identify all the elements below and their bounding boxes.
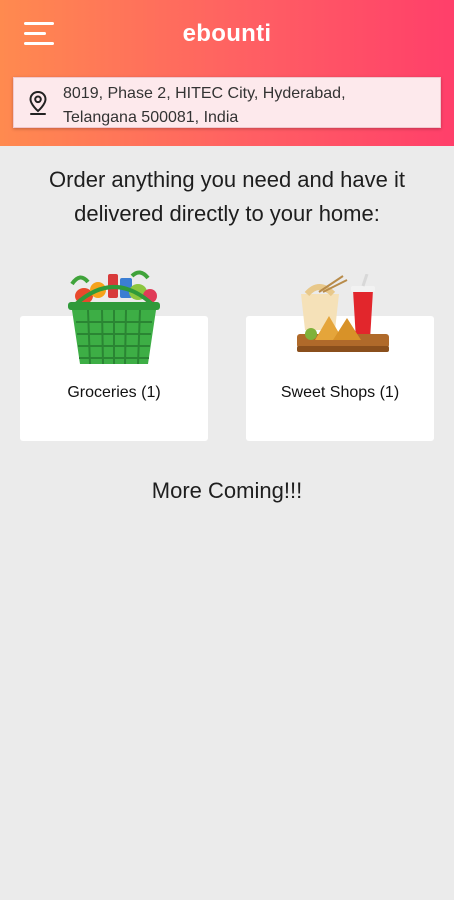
app-title: ebounti — [182, 20, 272, 47]
location-pin-icon — [29, 90, 47, 115]
category-label-sweet-shops: Sweet Shops (1) — [280, 384, 400, 401]
address-line-2: Telangana 500081, India — [63, 109, 239, 126]
address-line-1: 8019, Phase 2, HITEC City, Hyderabad, — [63, 85, 346, 102]
headline-line-2: delivered directly to your home: — [74, 201, 380, 226]
app-header: ebounti 8019, Phase 2, HITEC City, Hyder… — [0, 0, 454, 146]
sweets-snacks-icon — [297, 274, 389, 352]
delivery-address-bar[interactable]: 8019, Phase 2, HITEC City, Hyderabad, Te… — [13, 77, 441, 128]
grocery-basket-icon — [68, 270, 160, 365]
address-text: 8019, Phase 2, HITEC City, Hyderabad, Te… — [63, 82, 433, 130]
more-coming-text: More Coming!!! — [151, 478, 303, 503]
category-label-groceries: Groceries (1) — [67, 384, 161, 401]
headline-line-1: Order anything you need and have it — [49, 167, 405, 192]
page-headline: Order anything you need and have it deli… — [10, 163, 444, 231]
